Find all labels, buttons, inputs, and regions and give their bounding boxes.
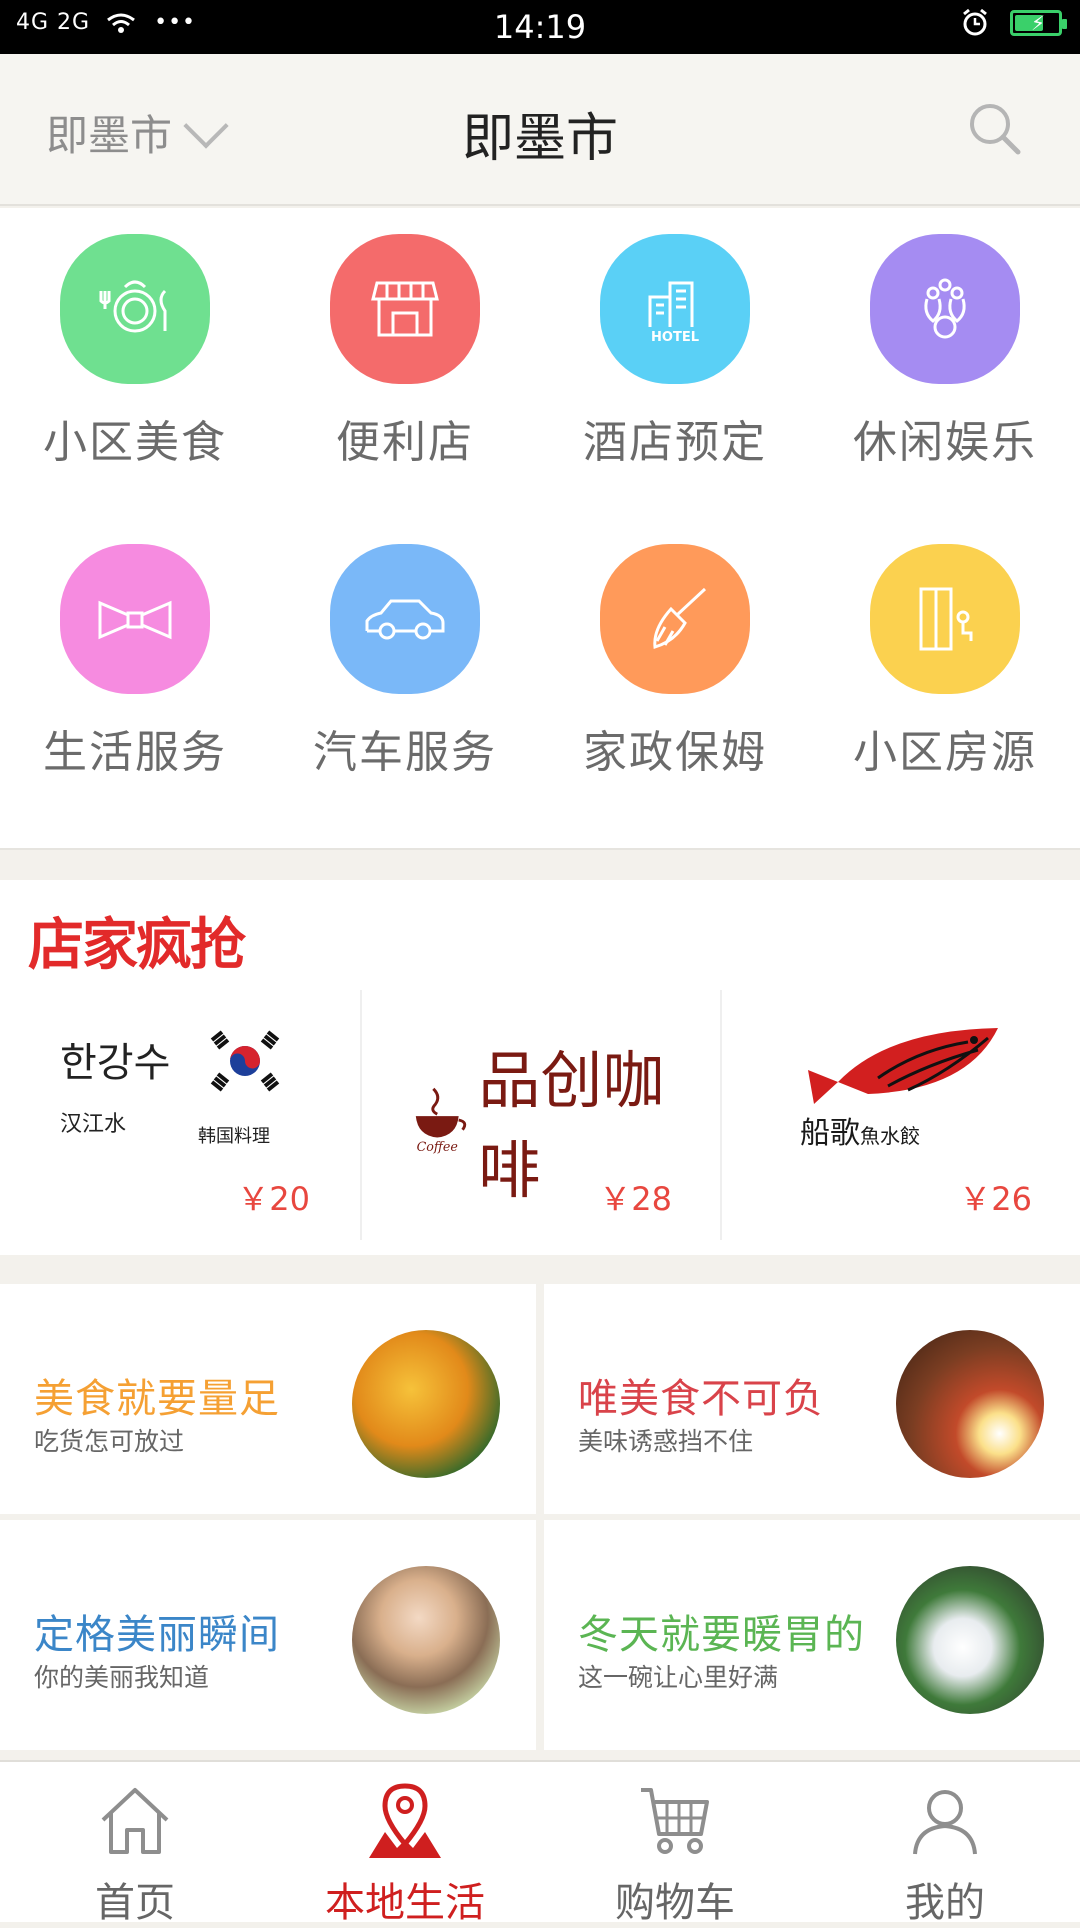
category-label: 小区房源 [853, 727, 1037, 778]
korea-flag-icon [210, 1030, 280, 1092]
category-label: 便利店 [336, 417, 474, 468]
deal-price: ￥20 [237, 1180, 310, 1218]
category-grid: 小区美食 便利店 HOTEL 酒店预定 休闲娱乐 生活服务 汽车服务 家政保姆 … [0, 208, 1080, 850]
bowling-icon [870, 234, 1020, 384]
promo-image-couple [352, 1566, 500, 1714]
category-leisure[interactable]: 休闲娱乐 [810, 234, 1080, 470]
page-title: 即墨市 [461, 109, 618, 169]
promo-card-warm-soup[interactable]: 冬天就要暖胃的 这一碗让心里好满 [544, 1520, 1080, 1750]
tab-profile[interactable]: 我的 [810, 1762, 1080, 1926]
store-icon [330, 234, 480, 384]
door-icon [870, 544, 1020, 694]
clock: 14:19 [493, 8, 587, 46]
category-label: 汽车服务 [313, 727, 497, 778]
category-dining[interactable]: 小区美食 [0, 234, 270, 470]
category-hotel[interactable]: HOTEL 酒店预定 [540, 234, 810, 470]
promo-title: 美食就要量足 [34, 1376, 280, 1422]
deal-card-hangangsu[interactable]: 한강수 汉江水 韩国料理 ￥20 [0, 990, 358, 1240]
promo-image-corn [352, 1330, 500, 1478]
hangangsu-logo: 한강수 汉江水 韩国料理 [60, 1030, 280, 1147]
chuange-logo: 船歌魚水餃 [798, 1020, 1008, 1151]
promo-image-soup [896, 1566, 1044, 1714]
search-icon[interactable] [966, 100, 1022, 156]
tab-label: 购物车 [615, 1880, 735, 1926]
cart-icon [641, 1788, 709, 1854]
category-label: 酒店预定 [583, 417, 767, 468]
promo-card-beauty[interactable]: 定格美丽瞬间 你的美丽我知道 [0, 1520, 536, 1750]
promo-title: 唯美食不可负 [578, 1376, 824, 1422]
home-icon [101, 1788, 169, 1854]
promo-subtitle: 你的美丽我知道 [34, 1663, 210, 1692]
promo-card-delicious[interactable]: 唯美食不可负 美味诱惑挡不住 [544, 1284, 1080, 1514]
promo-subtitle: 美味诱惑挡不住 [578, 1427, 754, 1456]
deal-price: ￥28 [599, 1180, 672, 1218]
category-life-service[interactable]: 生活服务 [0, 544, 270, 780]
battery-icon: ⚡ [1010, 10, 1067, 36]
deals-title: 店家疯抢 [28, 912, 246, 978]
location-pin-icon [369, 1783, 441, 1858]
status-bar: 4G 2G ••• 14:19 ⚡ [0, 0, 1080, 54]
category-label: 家政保姆 [583, 727, 767, 778]
deals-section: 店家疯抢 한강수 汉江水 韩国料理 ￥20 Coffee 品创咖啡 ￥28 船歌… [0, 880, 1080, 1255]
coffee-cup-icon: Coffee [415, 1087, 467, 1154]
tab-home[interactable]: 首页 [0, 1762, 270, 1926]
tab-local-life[interactable]: 本地生活 [270, 1762, 540, 1926]
deal-card-coffee[interactable]: Coffee 品创咖啡 ￥28 [360, 990, 720, 1240]
deal-card-chuange[interactable]: 船歌魚水餃 ￥26 [720, 990, 1080, 1240]
category-housing[interactable]: 小区房源 [810, 544, 1080, 780]
coffee-logo: Coffee 品创咖啡 [408, 1030, 720, 1210]
promo-image-meal [896, 1330, 1044, 1478]
broom-icon [600, 544, 750, 694]
alarm-icon [963, 8, 987, 36]
hotel-icon: HOTEL [600, 234, 750, 384]
dining-icon [60, 234, 210, 384]
category-label: 生活服务 [43, 727, 227, 778]
category-store[interactable]: 便利店 [270, 234, 540, 470]
car-icon [330, 544, 480, 694]
svg-text:HOTEL: HOTEL [651, 330, 699, 345]
category-label: 休闲娱乐 [853, 417, 1037, 468]
tab-cart[interactable]: 购物车 [540, 1762, 810, 1926]
category-label: 小区美食 [43, 417, 227, 468]
tab-label: 首页 [95, 1880, 175, 1926]
tab-label: 本地生活 [325, 1880, 485, 1926]
deal-price: ￥26 [959, 1180, 1032, 1218]
bottom-tab-bar: 首页 本地生活 购物车 我的 [0, 1760, 1080, 1926]
tab-label: 我的 [905, 1880, 985, 1926]
promo-title: 冬天就要暖胃的 [578, 1612, 865, 1658]
promo-card-food-portion[interactable]: 美食就要量足 吃货怎可放过 [0, 1284, 536, 1514]
top-nav-bar: 即墨市 即墨市 [0, 54, 1080, 206]
promo-subtitle: 吃货怎可放过 [34, 1427, 185, 1456]
promo-title: 定格美丽瞬间 [34, 1612, 280, 1658]
bow-tie-icon [60, 544, 210, 694]
category-housekeeping[interactable]: 家政保姆 [540, 544, 810, 780]
promo-subtitle: 这一碗让心里好满 [578, 1663, 779, 1692]
user-icon [913, 1790, 977, 1855]
svg-text:Coffee: Coffee [417, 1139, 458, 1154]
category-car-service[interactable]: 汽车服务 [270, 544, 540, 780]
fish-icon [808, 1028, 998, 1104]
